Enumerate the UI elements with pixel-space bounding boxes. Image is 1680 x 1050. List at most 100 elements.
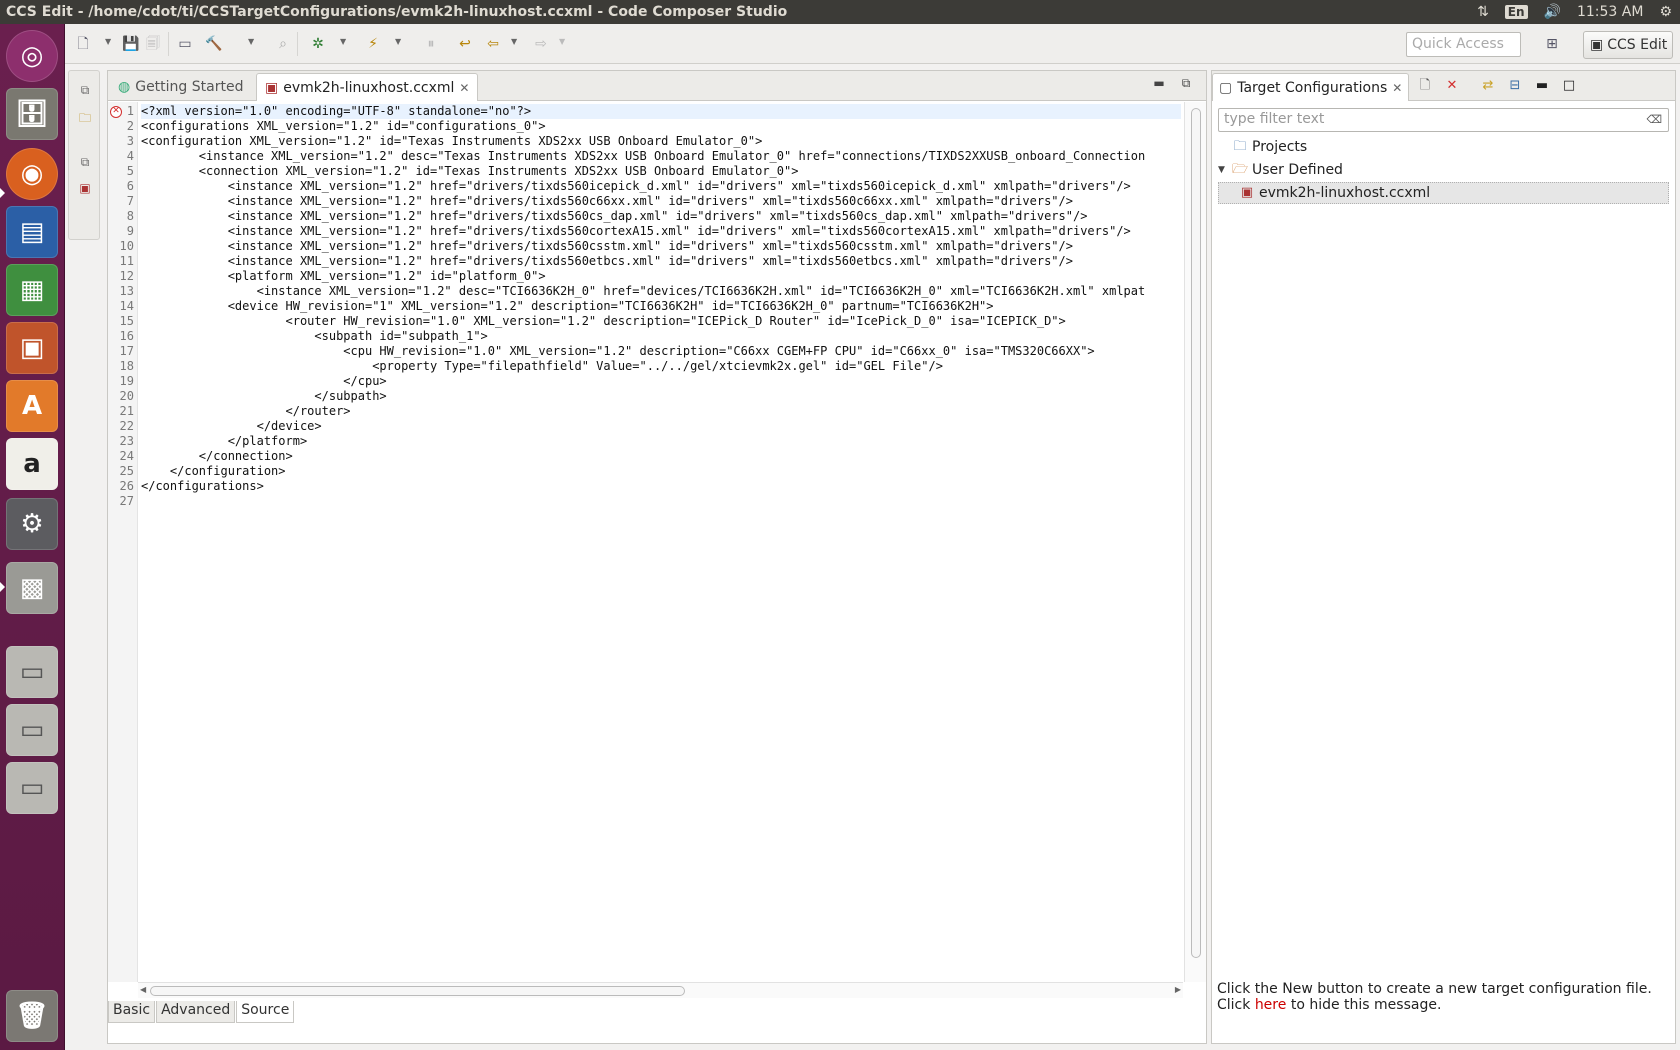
code-line[interactable]: <router HW_revision="1.0" XML_version="1… bbox=[141, 314, 1181, 329]
last-edit-icon[interactable]: ↩ bbox=[457, 36, 473, 52]
code-line[interactable]: <instance XML_version="1.2" desc="Texas … bbox=[141, 149, 1181, 164]
code-line[interactable] bbox=[141, 494, 1181, 509]
clock[interactable]: 11:53 AM bbox=[1577, 4, 1643, 20]
code-line[interactable]: <instance XML_version="1.2" href="driver… bbox=[141, 224, 1181, 239]
perspective-ccs-edit-button[interactable]: ▣ CCS Edit bbox=[1583, 31, 1673, 59]
code-composer-icon[interactable]: ▩ bbox=[6, 562, 58, 614]
code-line[interactable]: <platform XML_version="1.2" id="platform… bbox=[141, 269, 1181, 284]
firefox-icon[interactable]: ◉ bbox=[6, 148, 58, 200]
save-all-icon[interactable]: 🗐 bbox=[145, 36, 161, 52]
files-icon[interactable]: 🗄 bbox=[6, 88, 58, 140]
quick-access-input[interactable]: Quick Access bbox=[1406, 32, 1521, 57]
debug-dropdown-icon[interactable]: ▼ bbox=[340, 37, 346, 46]
code-line[interactable]: </configurations> bbox=[141, 479, 1181, 494]
search-icon[interactable]: ⌕ bbox=[275, 36, 291, 52]
code-line[interactable]: <configurations XML_version="1.2" id="co… bbox=[141, 119, 1181, 134]
drive-icon[interactable]: ▭ bbox=[6, 704, 58, 756]
new-dropdown-icon[interactable]: ▼ bbox=[105, 37, 111, 46]
code-line[interactable]: </connection> bbox=[141, 449, 1181, 464]
gear-icon[interactable]: ⚙ bbox=[1659, 4, 1672, 20]
tree-item-user-defined[interactable]: ▼ 🗁 User Defined bbox=[1218, 159, 1669, 181]
code-line[interactable]: <instance XML_version="1.2" href="driver… bbox=[141, 194, 1181, 209]
restore-icon[interactable]: ⧉ bbox=[77, 155, 93, 171]
code-line[interactable]: <cpu HW_revision="1.0" XML_version="1.2"… bbox=[141, 344, 1181, 359]
trash-icon[interactable]: 🗑 bbox=[6, 990, 58, 1042]
close-icon[interactable]: ✕ bbox=[1392, 81, 1402, 95]
xml-source-editor[interactable]: ✕ 1 2 3 4 5 6 7 8 9 10 11 12 13 14 15 16 17 18 19 20 21 22 23 2… bbox=[108, 102, 1206, 982]
code-line[interactable]: </configuration> bbox=[141, 464, 1181, 479]
filter-input[interactable]: type filter text ⌫ bbox=[1218, 108, 1669, 132]
minimize-icon[interactable]: ▬ bbox=[1534, 78, 1550, 94]
code-line[interactable]: <instance XML_version="1.2" href="driver… bbox=[141, 254, 1181, 269]
scroll-left-icon[interactable]: ◀ bbox=[140, 985, 146, 994]
code-line[interactable]: <instance XML_version="1.2" href="driver… bbox=[141, 239, 1181, 254]
back-icon[interactable]: ⇦ bbox=[485, 36, 501, 52]
delete-icon[interactable]: ✕ bbox=[1444, 78, 1460, 94]
scrollbar-thumb[interactable] bbox=[1191, 108, 1201, 958]
maximize-icon[interactable]: □ bbox=[1561, 78, 1577, 94]
tab-getting-started[interactable]: ◍ Getting Started bbox=[110, 73, 251, 101]
flash-dropdown-icon[interactable]: ▼ bbox=[395, 37, 401, 46]
scrollbar-thumb[interactable] bbox=[150, 986, 685, 996]
build-icon[interactable]: 🔨 bbox=[205, 36, 222, 52]
code-lines[interactable]: <?xml version="1.0" encoding="UTF-8" sta… bbox=[141, 102, 1181, 982]
debug-icon[interactable]: ✲ bbox=[310, 36, 326, 52]
link-editor-icon[interactable]: ⇄ bbox=[1480, 78, 1496, 94]
code-line[interactable]: <property Type="filepathfield" Value="..… bbox=[141, 359, 1181, 374]
writer-icon[interactable]: ▤ bbox=[6, 206, 58, 258]
outline-icon[interactable]: ▣ bbox=[77, 181, 93, 197]
code-line[interactable]: </device> bbox=[141, 419, 1181, 434]
forward-icon[interactable]: ⇨ bbox=[533, 36, 549, 52]
tree-item-projects[interactable]: 🗀 Projects bbox=[1218, 136, 1669, 158]
minimize-icon[interactable]: ▬ bbox=[1151, 76, 1167, 92]
tab-source[interactable]: Source bbox=[236, 1001, 295, 1023]
new-target-config-icon[interactable]: 🗋 bbox=[1417, 78, 1433, 94]
code-line[interactable]: </subpath> bbox=[141, 389, 1181, 404]
clear-filter-icon[interactable]: ⌫ bbox=[1646, 113, 1662, 126]
collapse-all-icon[interactable]: ⊟ bbox=[1507, 78, 1523, 94]
flash-icon[interactable]: ⚡ bbox=[365, 36, 381, 52]
code-line[interactable]: <instance XML_version="1.2" desc="TCI663… bbox=[141, 284, 1181, 299]
open-perspective-icon[interactable]: ⊞ bbox=[1544, 36, 1560, 52]
expanded-twisty-icon[interactable]: ▼ bbox=[1218, 165, 1228, 175]
code-line[interactable]: </cpu> bbox=[141, 374, 1181, 389]
code-line[interactable]: </platform> bbox=[141, 434, 1181, 449]
tab-target-configurations[interactable]: ▢ Target Configurations ✕ bbox=[1212, 73, 1410, 101]
software-center-icon[interactable]: A bbox=[6, 380, 58, 432]
network-icon[interactable]: ⇅ bbox=[1477, 4, 1489, 20]
ubuntu-dash-icon[interactable]: ◎ bbox=[6, 30, 58, 82]
keyboard-language[interactable]: En bbox=[1504, 5, 1528, 19]
impress-icon[interactable]: ▣ bbox=[6, 322, 58, 374]
console-icon[interactable]: ▭ bbox=[177, 36, 193, 52]
amazon-icon[interactable]: a bbox=[6, 438, 58, 490]
tab-basic[interactable]: Basic bbox=[108, 1001, 156, 1023]
build-dropdown-icon[interactable]: ▼ bbox=[248, 37, 254, 46]
tree-item-evmk2h-ccxml[interactable]: ▣ evmk2h-linuxhost.ccxml bbox=[1218, 182, 1669, 204]
code-line[interactable]: <configuration XML_version="1.2" id="Tex… bbox=[141, 134, 1181, 149]
code-line[interactable]: </router> bbox=[141, 404, 1181, 419]
back-dropdown-icon[interactable]: ▼ bbox=[511, 37, 517, 46]
forward-dropdown-icon[interactable]: ▼ bbox=[559, 37, 565, 46]
code-line[interactable]: <connection XML_version="1.2" id="Texas … bbox=[141, 164, 1181, 179]
horizontal-scrollbar[interactable]: ◀ ▶ bbox=[138, 982, 1183, 998]
drive-icon[interactable]: ▭ bbox=[6, 762, 58, 814]
drive-icon[interactable]: ▭ bbox=[6, 646, 58, 698]
vertical-scrollbar[interactable] bbox=[1184, 102, 1206, 982]
new-icon[interactable]: 🗋 bbox=[75, 36, 91, 52]
hide-message-link[interactable]: here bbox=[1255, 997, 1287, 1013]
code-line[interactable]: <device HW_revision="1" XML_version="1.2… bbox=[141, 299, 1181, 314]
project-explorer-icon[interactable]: 🗀 bbox=[77, 109, 93, 125]
restore-icon[interactable]: ⧉ bbox=[77, 83, 93, 99]
system-settings-icon[interactable]: ⚙ bbox=[6, 498, 58, 550]
calc-icon[interactable]: ▦ bbox=[6, 264, 58, 316]
tab-evmk2h-ccxml[interactable]: ▣ evmk2h-linuxhost.ccxml ✕ bbox=[256, 73, 479, 101]
code-line[interactable]: <instance XML_version="1.2" href="driver… bbox=[141, 209, 1181, 224]
code-line[interactable]: <?xml version="1.0" encoding="UTF-8" sta… bbox=[141, 104, 1181, 119]
skip-icon[interactable]: ⏸ bbox=[423, 36, 439, 52]
close-icon[interactable]: ✕ bbox=[459, 81, 469, 95]
volume-icon[interactable]: 🔊 bbox=[1544, 4, 1561, 20]
code-line[interactable]: <instance XML_version="1.2" href="driver… bbox=[141, 179, 1181, 194]
save-icon[interactable]: 💾 bbox=[122, 36, 139, 52]
scroll-right-icon[interactable]: ▶ bbox=[1175, 985, 1181, 994]
tab-advanced[interactable]: Advanced bbox=[156, 1001, 236, 1023]
